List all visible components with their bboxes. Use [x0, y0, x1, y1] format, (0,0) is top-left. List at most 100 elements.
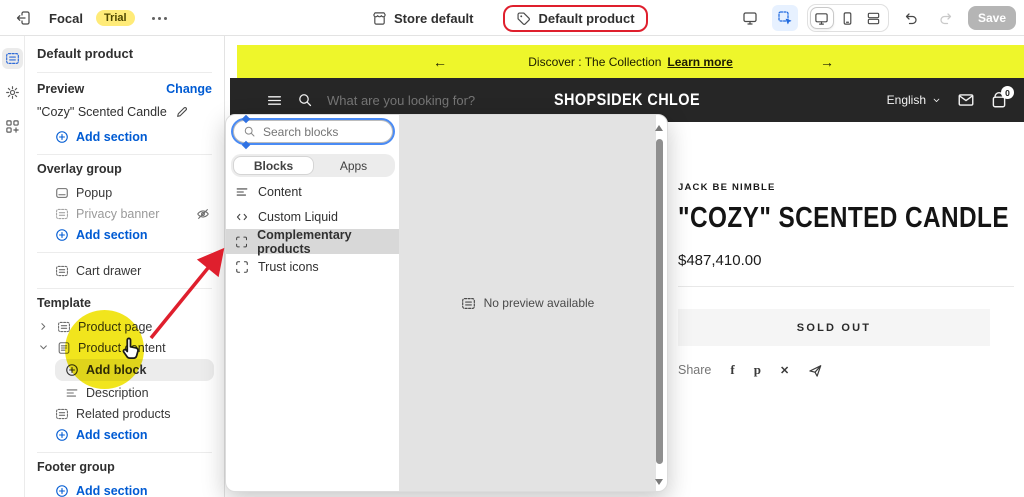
sidebar-item-description[interactable]: Description [37, 382, 224, 403]
banner-next-arrow[interactable]: → [820, 54, 834, 70]
product-price: $487,410.00 [678, 252, 762, 269]
popup-tabs: Blocks Apps [231, 154, 395, 177]
desktop-view-button[interactable] [809, 7, 834, 29]
share-label: Share [678, 363, 712, 377]
sidebar-item-related-products[interactable]: Related products [37, 403, 224, 424]
plus-circle-icon [55, 130, 69, 144]
sidebar-item-cart-drawer[interactable]: Cart drawer [37, 260, 224, 281]
sidebar-item-popup[interactable]: Popup [37, 182, 224, 203]
language-selector[interactable]: English [887, 93, 942, 107]
chevron-down-icon [931, 95, 942, 106]
no-preview-text: No preview available [483, 296, 595, 310]
announcement-banner: ← Discover : The Collection Learn more → [237, 45, 1024, 78]
add-section-button-header[interactable]: Add section [37, 126, 224, 147]
store-default-selector[interactable]: Store default [372, 11, 473, 26]
section-icon [461, 296, 476, 311]
section-icon [55, 264, 69, 278]
plus-circle-icon [55, 484, 69, 497]
section-icon [57, 320, 71, 334]
fullscreen-view-button[interactable] [862, 7, 886, 29]
block-preview-pane: No preview available [399, 115, 656, 491]
banner-text: Discover : The Collection [528, 54, 662, 69]
sidebar-item-privacy-banner[interactable]: Privacy banner [37, 203, 224, 224]
inspector-icon[interactable] [771, 5, 798, 31]
page-selector-default-product annotation-red-box[interactable]: Default product [503, 4, 648, 32]
x-twitter-icon[interactable]: ✕ [780, 364, 789, 377]
block-list: Content Custom Liquid Complementary prod… [226, 179, 399, 279]
cart-button[interactable]: 0 [990, 86, 1014, 109]
plus-circle-icon [65, 363, 79, 377]
sidebar-item-product-content[interactable]: Product content [37, 337, 224, 358]
save-button[interactable]: Save [967, 6, 1016, 30]
template-group-header: Template [37, 296, 91, 310]
send-plane-icon[interactable] [808, 363, 823, 378]
search-blocks-field[interactable] [233, 120, 393, 143]
preview-product-name: "Cozy" Scented Candle [37, 105, 167, 119]
product-info: JACK BE NIMBLE "COZY" SCENTED CANDLE $48… [678, 182, 1018, 378]
text-lines-icon [65, 386, 79, 400]
mobile-view-button[interactable] [836, 7, 860, 29]
tab-apps[interactable]: Apps [314, 156, 393, 175]
storefront-preview-icon[interactable] [737, 5, 763, 31]
change-preview-link[interactable]: Change [166, 82, 212, 96]
block-item-custom-liquid[interactable]: Custom Liquid [226, 204, 399, 229]
search-blocks-input[interactable] [263, 124, 373, 139]
block-item-trust-icons[interactable]: Trust icons [226, 254, 399, 279]
topbar: Focal Trial Store default Default produc… [0, 0, 1024, 36]
block-item-complementary-products[interactable]: Complementary products [226, 228, 399, 256]
facebook-icon[interactable]: f [730, 362, 734, 378]
theme-name: Focal [49, 10, 83, 26]
chevron-down-icon[interactable] [37, 341, 50, 354]
sections-sidebar: Default product Preview Change "Cozy" Sc… [25, 36, 225, 497]
popup-icon [55, 186, 69, 200]
search-icon [243, 125, 256, 138]
add-section-button-template[interactable]: Add section [37, 424, 224, 445]
product-title: "COZY" SCENTED CANDLE [678, 202, 1010, 234]
overlay-group-header: Overlay group [37, 162, 122, 176]
tab-blocks[interactable]: Blocks [233, 156, 314, 175]
add-section-button-overlay[interactable]: Add section [37, 224, 224, 245]
popup-scrollbar[interactable] [655, 119, 664, 489]
add-block-button[interactable]: Add block [55, 359, 214, 381]
banner-learn-more-link[interactable]: Learn more [667, 55, 732, 69]
sold-out-button[interactable]: SOLD OUT [678, 309, 990, 346]
edit-pencil-icon[interactable] [175, 105, 189, 119]
editor-rail [0, 36, 25, 497]
add-section-button-footer[interactable]: Add section [37, 480, 224, 497]
hamburger-menu-icon[interactable] [266, 92, 283, 109]
plus-circle-icon [55, 428, 69, 442]
block-item-content[interactable]: Content [226, 179, 399, 204]
pinterest-icon[interactable]: p [754, 362, 761, 378]
block-corners-icon [235, 235, 248, 249]
redo-icon[interactable] [933, 5, 959, 31]
footer-group-header: Footer group [37, 460, 115, 474]
trial-badge: Trial [95, 10, 135, 26]
rail-settings-gear-icon[interactable] [2, 82, 23, 103]
preview-label: Preview [37, 82, 85, 96]
sidebar-item-product-page[interactable]: Product page [37, 316, 224, 337]
chevron-right-icon[interactable] [37, 320, 50, 333]
add-block-popup: No preview available Blocks Apps Content… [225, 114, 668, 492]
code-icon [235, 210, 249, 224]
eye-off-icon[interactable] [196, 207, 210, 221]
divider [678, 286, 1014, 287]
newsletter-envelope-icon[interactable] [957, 91, 975, 109]
text-lines-icon [235, 185, 249, 199]
rail-sections-icon[interactable] [1, 48, 23, 69]
more-actions-button[interactable] [148, 13, 171, 24]
storefront-icon [372, 11, 387, 26]
exit-editor-icon[interactable] [10, 5, 36, 31]
tag-icon [516, 11, 531, 26]
undo-icon[interactable] [898, 5, 924, 31]
shopify-theme-editor: Focal Trial Store default Default produc… [0, 0, 1024, 497]
sidebar-title: Default product [37, 46, 134, 61]
product-vendor: JACK BE NIMBLE [678, 182, 776, 193]
section-icon [55, 407, 69, 421]
scroll-down-icon[interactable] [655, 479, 663, 485]
rail-app-embeds-icon[interactable] [2, 116, 23, 137]
scroll-up-icon[interactable] [655, 125, 663, 131]
cart-count-badge: 0 [1001, 86, 1014, 99]
plus-circle-icon [55, 228, 69, 242]
banner-prev-arrow[interactable]: ← [433, 54, 447, 70]
scrollbar-thumb[interactable] [656, 139, 663, 464]
